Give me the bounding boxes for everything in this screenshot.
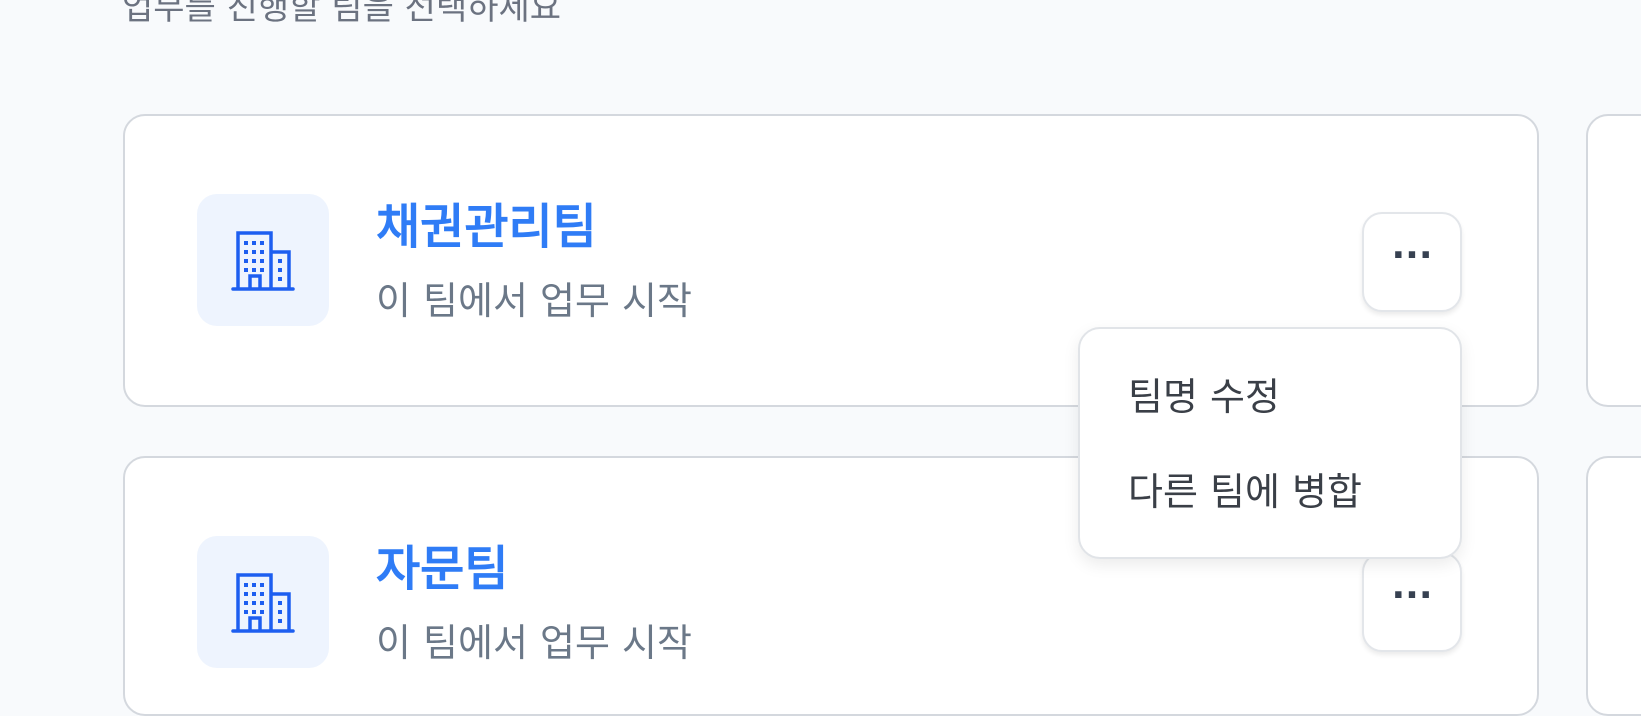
team-name[interactable]: 자문팀 <box>376 539 508 599</box>
team-icon-tile <box>197 194 329 326</box>
building-icon <box>231 573 295 633</box>
rename-team-menu-item[interactable]: 팀명 수정 <box>1128 373 1280 421</box>
more-options-button[interactable]: ··· <box>1362 212 1462 312</box>
team-options-menu: 팀명 수정 다른 팀에 병합 <box>1078 327 1462 559</box>
page-subtitle: 업무를 진행할 팀을 선택하세요 <box>122 0 562 28</box>
team-card[interactable] <box>1586 114 1641 407</box>
team-start-label[interactable]: 이 팀에서 업무 시작 <box>376 277 692 325</box>
merge-team-menu-item[interactable]: 다른 팀에 병합 <box>1128 468 1362 516</box>
more-horizontal-icon: ··· <box>1391 235 1433 276</box>
more-options-button[interactable]: ··· <box>1362 552 1462 652</box>
team-start-label[interactable]: 이 팀에서 업무 시작 <box>376 619 692 667</box>
team-name[interactable]: 채권관리팀 <box>376 197 597 257</box>
team-icon-tile <box>197 536 329 668</box>
more-horizontal-icon: ··· <box>1391 575 1433 616</box>
team-card[interactable] <box>1586 456 1641 716</box>
building-icon <box>231 231 295 291</box>
